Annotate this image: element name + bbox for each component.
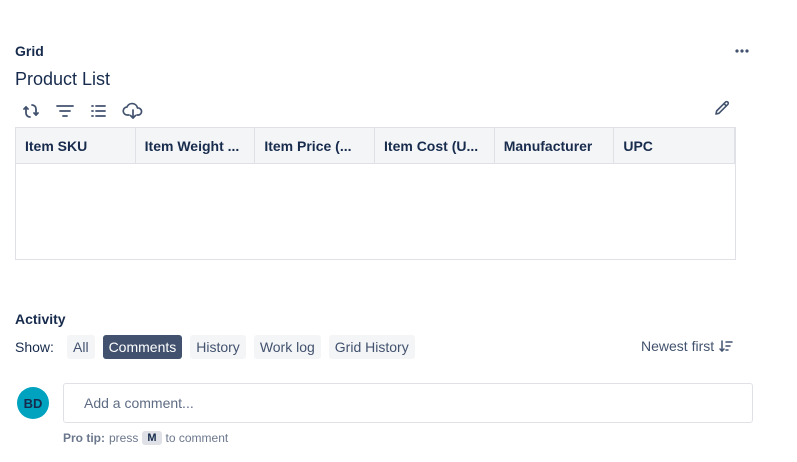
list-icon [91, 105, 106, 117]
download-button[interactable] [122, 100, 144, 122]
refresh-icon [23, 104, 39, 118]
column-header-item-sku[interactable]: Item SKU [16, 128, 136, 163]
comment-input[interactable]: Add a comment... [63, 383, 753, 423]
pro-tip-label: Pro tip: [63, 431, 105, 445]
filter-comments[interactable]: Comments [102, 335, 183, 359]
column-header-upc[interactable]: UPC [614, 128, 736, 163]
pro-tip-suffix: to comment [165, 431, 229, 445]
grid-section-label: Grid [15, 43, 44, 59]
column-header-item-cost[interactable]: Item Cost (U... [375, 128, 495, 163]
more-horizontal-icon [735, 49, 749, 53]
column-header-manufacturer[interactable]: Manufacturer [495, 128, 615, 163]
column-header-item-weight[interactable]: Item Weight ... [136, 128, 256, 163]
sort-order-button[interactable]: Newest first [641, 338, 733, 354]
sort-label: Newest first [641, 338, 715, 354]
filter-work-log[interactable]: Work log [253, 335, 321, 359]
cloud-download-icon [122, 102, 143, 119]
columns-list-button[interactable] [88, 100, 110, 122]
grid-header-row: Item SKU Item Weight ... Item Price (...… [16, 128, 736, 164]
pencil-icon [715, 100, 730, 115]
filter-icon [56, 105, 74, 117]
filter-history[interactable]: History [190, 335, 246, 359]
more-options-button[interactable] [733, 42, 751, 60]
keyboard-shortcut-key: M [142, 431, 162, 445]
edit-grid-button[interactable] [711, 97, 733, 119]
product-grid: Item SKU Item Weight ... Item Price (...… [15, 127, 736, 260]
filter-grid-history[interactable]: Grid History [328, 335, 415, 359]
activity-section-label: Activity [15, 311, 66, 327]
avatar[interactable]: BD [17, 387, 49, 419]
pro-tip: Pro tip: press M to comment [63, 431, 228, 445]
sort-descending-icon [719, 340, 733, 352]
refresh-button[interactable] [20, 100, 42, 122]
filter-button[interactable] [54, 100, 76, 122]
grid-title: Product List [15, 69, 111, 89]
activity-filters: All Comments History Work log Grid Histo… [67, 335, 415, 359]
grid-toolbar [20, 99, 144, 123]
pro-tip-press: press [109, 431, 139, 445]
show-label: Show: [15, 339, 54, 355]
filter-all[interactable]: All [67, 335, 95, 359]
column-header-item-price[interactable]: Item Price (... [255, 128, 376, 163]
